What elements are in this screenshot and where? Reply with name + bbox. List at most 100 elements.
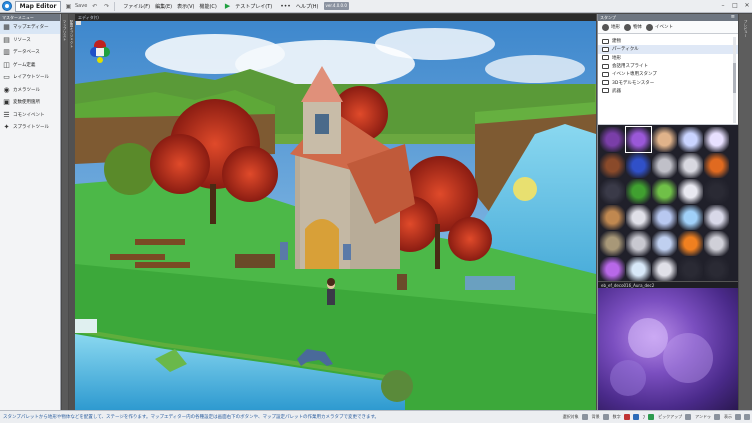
nav-database[interactable]: ▥ データベース <box>0 46 60 59</box>
display-icon[interactable] <box>735 414 741 420</box>
stamp-thumbnail[interactable] <box>704 231 729 256</box>
camera-toggle-icon[interactable] <box>648 414 655 420</box>
folder-item[interactable]: 会話用スプライト <box>598 62 738 70</box>
stamp-thumbnail[interactable] <box>600 257 625 281</box>
stamp-thumbnail[interactable] <box>625 126 652 153</box>
redo-icon[interactable]: ↷ <box>102 2 111 11</box>
status-label: 背景 <box>591 414 600 419</box>
stamp-thumbnail[interactable] <box>626 231 651 256</box>
nav-camera-tool[interactable]: ◉ カメラツール <box>0 84 60 97</box>
stamp-thumbnail[interactable] <box>626 179 651 204</box>
tab-map-list[interactable]: マップリスト <box>62 14 68 410</box>
stamp-thumbnail[interactable] <box>626 205 651 230</box>
stamp-thumbnail[interactable] <box>704 153 729 178</box>
folder-label: 建物 <box>612 39 621 45</box>
save-icon[interactable]: ▣ <box>64 2 73 11</box>
folder-icon <box>602 63 609 69</box>
folder-item[interactable]: 武器 <box>598 87 738 95</box>
nav-variable-usage[interactable]: ▣ 変数使用箇所 <box>0 96 60 109</box>
nav-label: リソース <box>13 37 31 43</box>
stamp-thumbnail[interactable] <box>600 231 625 256</box>
menu-file[interactable]: ファイル(F) <box>123 3 150 10</box>
resource-icon: ▤ <box>3 35 10 44</box>
tab-object[interactable]: 物体 <box>624 23 642 31</box>
stamp-thumbnail[interactable] <box>652 127 677 152</box>
more-button[interactable]: ••• <box>280 3 291 10</box>
folder-icon <box>602 80 609 86</box>
folder-item[interactable]: 地形 <box>598 54 738 62</box>
tab-preview[interactable]: プレビュー <box>741 14 749 54</box>
tab-terrain[interactable]: 地形 <box>602 23 620 31</box>
maximize-icon[interactable]: □ <box>730 0 740 12</box>
nav-sprite-tool[interactable]: ✦ スプライトツール <box>0 121 60 134</box>
stamp-thumbnail[interactable] <box>678 231 703 256</box>
stamp-thumbnail[interactable] <box>704 205 729 230</box>
panel-menu-icon[interactable]: ≡ <box>731 14 735 21</box>
grid-icon[interactable] <box>632 414 639 420</box>
stamp-thumbnail[interactable] <box>652 205 677 230</box>
stamp-thumbnail[interactable] <box>626 153 651 178</box>
version-badge: ver.4.0.0.0 <box>323 2 349 10</box>
stamp-thumbnail[interactable] <box>704 127 729 152</box>
nav-game-definition[interactable]: ◫ ゲーム定義 <box>0 59 60 72</box>
undo-status-icon[interactable] <box>714 414 720 420</box>
stamp-thumbnail[interactable] <box>652 257 677 281</box>
folder-item[interactable]: 3Dモデルモンスター <box>598 78 738 86</box>
scene-render[interactable] <box>75 14 596 410</box>
folder-item[interactable]: 建物 <box>598 37 738 45</box>
folder-item[interactable]: イベント専用スタンプ <box>598 70 738 78</box>
stamp-thumbnail[interactable] <box>652 179 677 204</box>
tab-label: イベント <box>655 25 673 30</box>
nav-label: レイアウトツール <box>13 75 49 81</box>
menu-view[interactable]: 表示(V) <box>177 3 194 10</box>
menu-function[interactable]: 機能(C) <box>199 3 216 10</box>
status-bar: スタンプパレットから地形や物体などを配置して、ステージを作ります。マップエディタ… <box>0 410 752 423</box>
save-button[interactable]: Save <box>75 3 87 9</box>
stamp-thumbnail[interactable] <box>678 179 703 204</box>
stamp-thumbnail[interactable] <box>600 153 625 178</box>
stamp-thumbnail[interactable] <box>600 127 625 152</box>
stamp-thumbnail[interactable] <box>600 179 625 204</box>
stamp-thumbnail[interactable] <box>678 257 703 281</box>
tab-event[interactable]: イベント <box>646 23 673 31</box>
nav-label: データベース <box>13 50 40 56</box>
number-icon[interactable] <box>623 414 630 420</box>
stamp-thumbnail[interactable] <box>626 257 651 281</box>
background-icon[interactable] <box>602 414 609 420</box>
play-icon[interactable]: ▶ <box>225 2 230 10</box>
nav-layout-tool[interactable]: ▭ レイアウトツール <box>0 71 60 84</box>
scroll-thumb[interactable] <box>733 63 736 93</box>
app-icon[interactable] <box>2 1 12 11</box>
stamp-thumbnail[interactable] <box>652 153 677 178</box>
stamp-thumbnail[interactable] <box>678 205 703 230</box>
status-label: 数字 <box>612 414 621 419</box>
tree-scrollbar[interactable] <box>733 37 736 123</box>
select-icon[interactable] <box>581 414 588 420</box>
folder-item[interactable]: パーティクル <box>598 45 738 54</box>
nav-label: ゲーム定義 <box>13 62 36 68</box>
stamp-thumbnail[interactable] <box>704 257 729 281</box>
stamp-thumbnail[interactable] <box>600 205 625 230</box>
test-play-button[interactable]: テストプレイ(T) <box>235 3 272 10</box>
stamp-thumbnail[interactable] <box>678 153 703 178</box>
menu-help[interactable]: ヘルプ(H) <box>296 3 319 10</box>
nav-map-editor[interactable]: ▦ マップエディター <box>0 21 60 34</box>
right-side-tabs: プレビュー <box>739 14 752 410</box>
menu-edit[interactable]: 編集(E) <box>155 3 172 10</box>
pickup-icon[interactable] <box>685 414 692 420</box>
status-controls: 選択対象 背景 数字 7 ピックアップ アンドゥ 表示 <box>559 414 750 420</box>
stamp-thumbnail[interactable] <box>678 127 703 152</box>
stamp-thumbnail[interactable] <box>652 231 677 256</box>
nav-common-event[interactable]: ☰ コモンイベント <box>0 109 60 122</box>
undo-icon[interactable]: ↶ <box>90 2 99 11</box>
stamp-thumbnail[interactable] <box>704 179 729 204</box>
folder-icon <box>602 71 609 77</box>
minimize-icon[interactable]: – <box>718 0 728 12</box>
close-icon[interactable]: ✕ <box>742 0 752 12</box>
settings-icon[interactable] <box>744 414 750 420</box>
viewport-tab[interactable]: エディタ(ﾜ) <box>75 14 596 21</box>
nav-resource[interactable]: ▤ リソース <box>0 34 60 47</box>
tab-label: 物体 <box>633 25 642 30</box>
map-viewport[interactable]: エディタ(ﾜ) <box>75 14 596 410</box>
status-label: 選択対象 <box>562 414 579 419</box>
